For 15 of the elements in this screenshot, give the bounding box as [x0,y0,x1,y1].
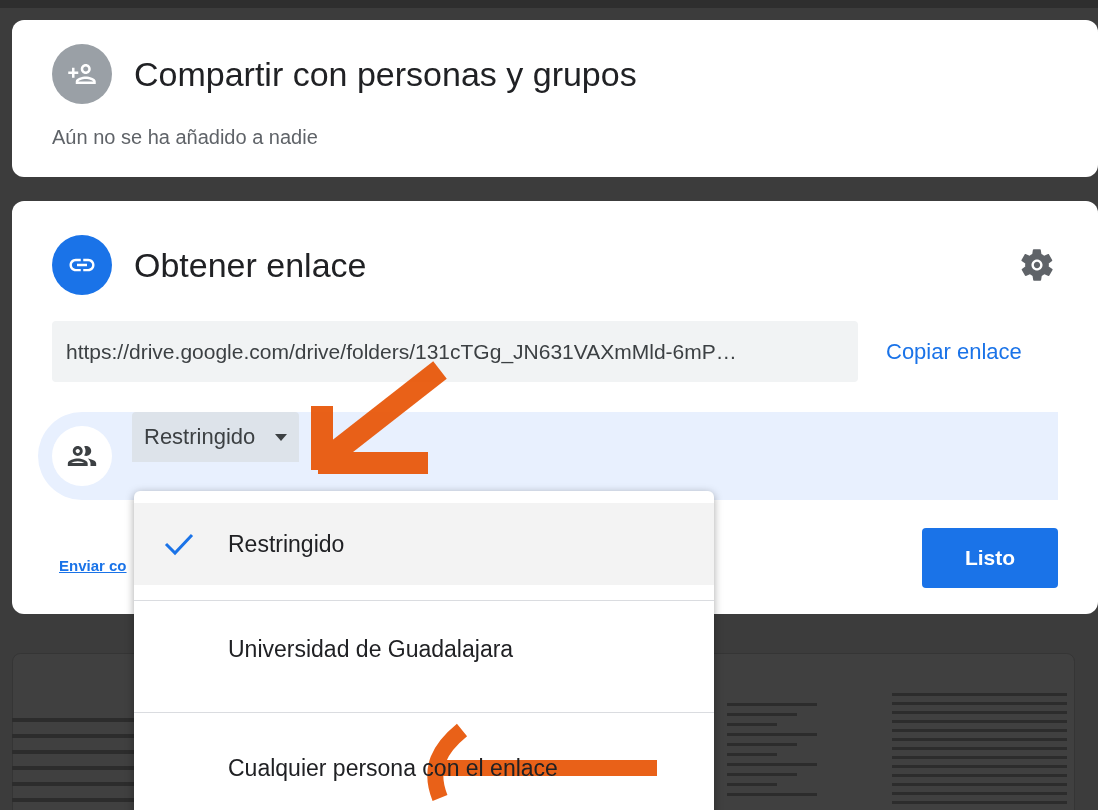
check-icon [164,532,194,556]
card-title: Compartir con personas y grupos [134,54,637,94]
copy-link-button[interactable]: Copiar enlace [886,338,1022,365]
empty-message: Aún no se ha añadido a nadie [52,126,319,149]
menu-item[interactable]: Universidad de Guadalajara [134,600,714,697]
menu-item[interactable]: Restringido [134,503,714,585]
access-dropdown[interactable]: Restringido [132,412,300,462]
done-button[interactable]: Listo [922,528,1058,588]
caret-icon [275,433,288,441]
send-link[interactable]: Enviar co [59,556,127,574]
menu-item-label: Restringido [228,530,345,558]
card-title: Obtener enlace [134,245,368,285]
link-url-field[interactable]: https://drive.google.com/drive/folders/131cTGg_JN631VAXmMld-6mP… [52,321,858,382]
menu-item-label: Universidad de Guadalajara [228,635,514,663]
settings-icon[interactable] [1018,246,1056,284]
